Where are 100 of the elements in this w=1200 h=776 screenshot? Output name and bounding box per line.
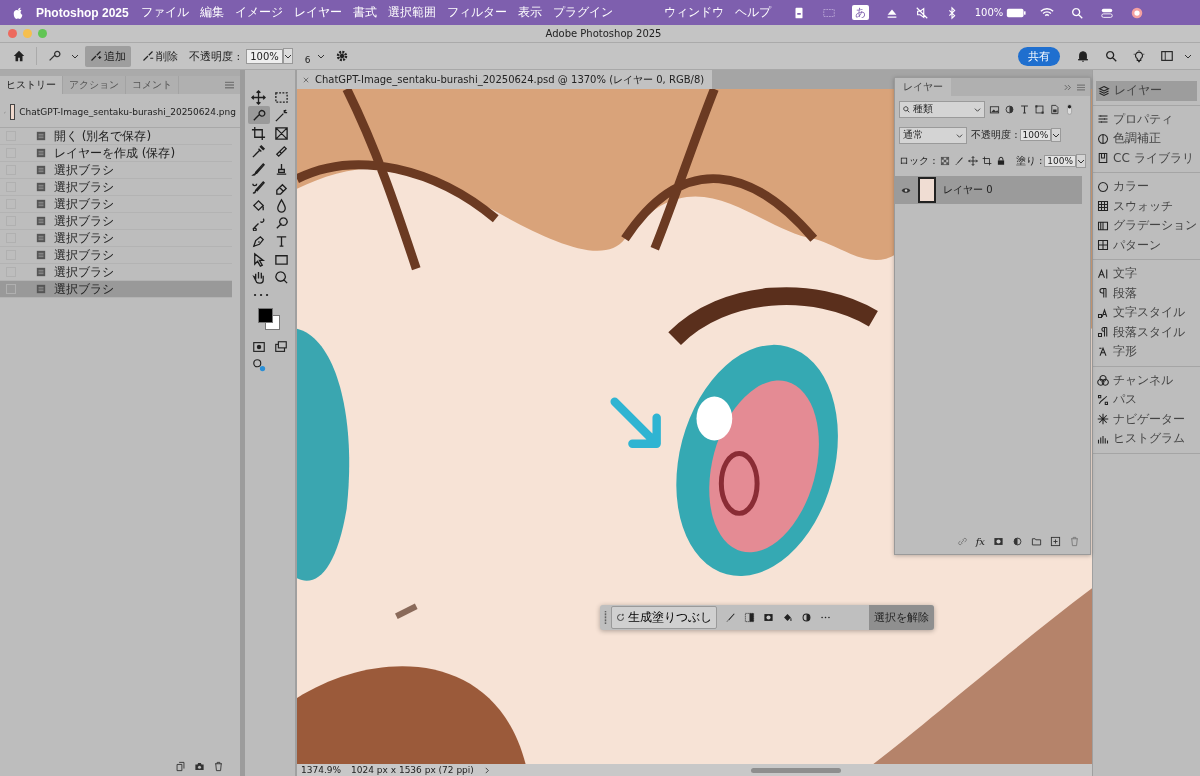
- document-tab[interactable]: ChatGPT-Image_sentaku-burashi_20250624.psd @ 1370% (レイヤー 0, RGB/8): [297, 70, 713, 89]
- filter-dropdown[interactable]: 種類: [899, 100, 985, 118]
- folder-icon[interactable]: [1031, 535, 1042, 547]
- history-step[interactable]: レイヤーを作成 (保存): [0, 145, 232, 162]
- menu-item[interactable]: ファイル: [140, 4, 189, 21]
- dock-item[interactable]: 字形: [1093, 342, 1200, 362]
- opacity-field[interactable]: 100%: [246, 48, 283, 64]
- menu-item[interactable]: イメージ: [234, 4, 283, 21]
- snapshot-thumbnail[interactable]: [10, 104, 16, 120]
- deselect-button[interactable]: 選択を解除: [869, 605, 934, 630]
- eye-icon[interactable]: [901, 186, 911, 194]
- generative-fill-button[interactable]: 生成塗りつぶし: [611, 606, 717, 629]
- filter-toggle-icon[interactable]: [1064, 103, 1075, 115]
- panel-tab[interactable]: ヒストリー: [0, 76, 63, 94]
- opacity-field[interactable]: 100%: [1019, 129, 1052, 141]
- dock-item[interactable]: レイヤー: [1096, 81, 1197, 101]
- settings-icon[interactable]: [334, 49, 349, 63]
- dock-item[interactable]: 段落スタイル: [1093, 322, 1200, 342]
- search-icon[interactable]: [1070, 5, 1085, 20]
- quick-mask-icon[interactable]: [252, 340, 266, 354]
- menu-item[interactable]: 表示: [517, 4, 542, 21]
- apple-icon[interactable]: [12, 5, 24, 20]
- input-mode-indicator[interactable]: あ: [851, 5, 869, 20]
- new-layer-icon[interactable]: [1050, 535, 1061, 547]
- brush-size[interactable]: 6: [304, 47, 311, 65]
- dock-item[interactable]: 色調補正: [1093, 129, 1200, 149]
- app-menu[interactable]: Photoshop 2025: [36, 5, 129, 20]
- history-step[interactable]: 選択ブラシ: [0, 230, 232, 247]
- dock-item[interactable]: スウォッチ: [1093, 196, 1200, 216]
- lightbulb-icon[interactable]: [1132, 49, 1146, 63]
- layer-row[interactable]: レイヤー 0: [895, 176, 1082, 204]
- brush-icon[interactable]: [725, 612, 736, 623]
- mode-button[interactable]: 削除: [137, 45, 183, 67]
- panel-tab[interactable]: コメント: [126, 76, 179, 94]
- fill-field[interactable]: 100%: [1044, 155, 1076, 167]
- artboard-icon[interactable]: [981, 156, 992, 166]
- screen-mode-icon[interactable]: [274, 340, 288, 354]
- panel-tab[interactable]: レイヤー: [895, 78, 951, 96]
- snapshot-name[interactable]: ChatGPT-Image_sentaku-burashi_20250624.png: [19, 107, 236, 117]
- share-button[interactable]: 共有: [1018, 46, 1060, 66]
- mute-icon[interactable]: [914, 5, 929, 20]
- close-icon[interactable]: [303, 76, 309, 83]
- mode-button[interactable]: 追加: [85, 45, 131, 67]
- battery-icon[interactable]: [1006, 7, 1027, 18]
- mask-icon[interactable]: [763, 612, 774, 623]
- menu-item[interactable]: ウィンドウ: [663, 4, 724, 21]
- workspace-icon[interactable]: [1160, 49, 1174, 63]
- invert-selection-icon[interactable]: [744, 612, 755, 623]
- drag-handle-icon[interactable]: [604, 608, 607, 627]
- siri-icon[interactable]: [1130, 5, 1145, 20]
- dock-item[interactable]: 文字: [1093, 264, 1200, 284]
- trash-icon[interactable]: [213, 761, 224, 772]
- search-icon[interactable]: [1104, 49, 1118, 63]
- image-filter-icon[interactable]: [989, 103, 1000, 115]
- menu-item[interactable]: 編集: [199, 4, 224, 21]
- dock-item[interactable]: グラデーション: [1093, 216, 1200, 236]
- dock-item[interactable]: 段落: [1093, 283, 1200, 303]
- home-icon[interactable]: [12, 49, 26, 63]
- type-icon[interactable]: [1019, 103, 1030, 115]
- blend-mode-dropdown[interactable]: 通常: [899, 126, 967, 144]
- dropdown-icon[interactable]: [1076, 154, 1086, 168]
- menu-item[interactable]: 書式: [352, 4, 377, 21]
- half-circle-icon[interactable]: [801, 612, 812, 623]
- menu-item[interactable]: レイヤー: [293, 4, 342, 21]
- history-step[interactable]: 開く (別名で保存): [0, 128, 232, 145]
- dock-item[interactable]: CC ライブラリ: [1093, 148, 1200, 168]
- caret-icon[interactable]: [1184, 52, 1192, 60]
- scroll-bar[interactable]: [751, 767, 842, 773]
- edit-toolbar-icon[interactable]: [252, 358, 266, 372]
- mask-icon[interactable]: [993, 535, 1004, 547]
- history-step[interactable]: 選択ブラシ: [0, 162, 232, 179]
- more-icon[interactable]: [253, 292, 269, 298]
- lock-icon[interactable]: [995, 156, 1006, 166]
- tool-button[interactable]: [247, 106, 270, 124]
- caret-icon[interactable]: [316, 52, 325, 60]
- dock-item[interactable]: パス: [1093, 390, 1200, 410]
- bell-icon[interactable]: [1076, 49, 1090, 63]
- dock-item[interactable]: カラー: [1093, 177, 1200, 197]
- chevron-icon[interactable]: [483, 766, 491, 774]
- dock-item[interactable]: ナビゲーター: [1093, 409, 1200, 429]
- dropdown-icon[interactable]: [1051, 128, 1062, 142]
- menu-item[interactable]: プラグイン: [552, 4, 613, 21]
- checkerboard-icon[interactable]: [939, 156, 950, 166]
- half-circle-icon[interactable]: [1012, 535, 1023, 547]
- dropdown-icon[interactable]: [282, 48, 293, 64]
- selection-brush-icon[interactable]: [47, 49, 61, 63]
- history-step[interactable]: 選択ブラシ: [0, 213, 232, 230]
- camera-icon[interactable]: [194, 761, 205, 772]
- history-step[interactable]: 選択ブラシ: [0, 247, 232, 264]
- new-document-icon[interactable]: [175, 761, 186, 772]
- menu-item[interactable]: 選択範囲: [387, 4, 436, 21]
- transform-icon[interactable]: [1034, 103, 1045, 115]
- half-circle-icon[interactable]: [1004, 103, 1015, 115]
- move-icon[interactable]: [967, 156, 978, 166]
- menu-item[interactable]: ヘルプ: [734, 4, 771, 21]
- dock-item[interactable]: パターン: [1093, 235, 1200, 255]
- dock-item[interactable]: プロパティ: [1093, 109, 1200, 129]
- history-step[interactable]: 選択ブラシ: [0, 196, 232, 213]
- dock-item[interactable]: チャンネル: [1093, 370, 1200, 390]
- menu-item[interactable]: フィルター: [446, 4, 507, 21]
